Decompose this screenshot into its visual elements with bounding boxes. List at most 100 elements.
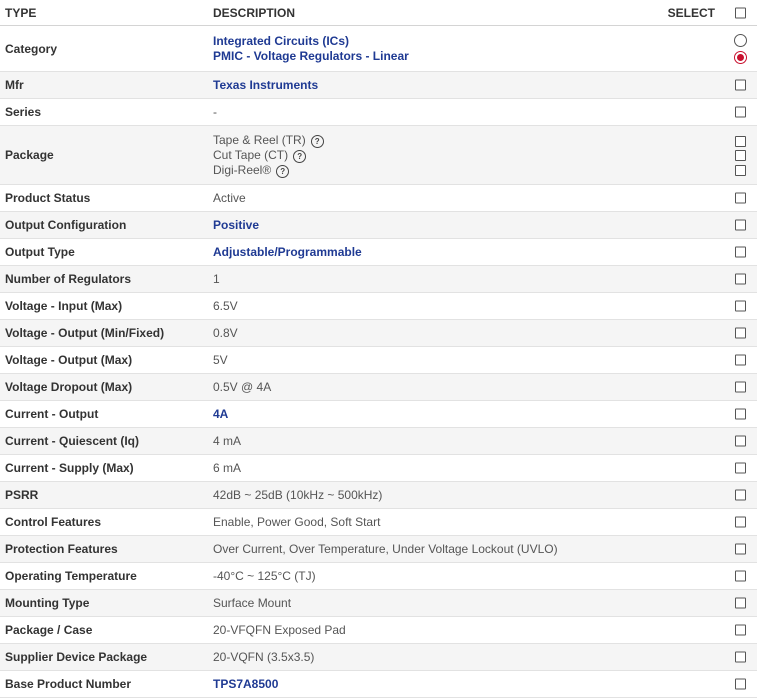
select-checkbox[interactable] <box>735 624 746 636</box>
select-checkbox[interactable] <box>735 106 746 118</box>
attribute-value: - <box>208 98 662 126</box>
attribute-value: Adjustable/Programmable <box>208 238 662 266</box>
package-option-digireel: Digi-Reel®? <box>213 163 662 178</box>
attribute-value: TPS7A8500 <box>208 670 662 698</box>
select-checkbox[interactable] <box>735 381 746 393</box>
attribute-name: Voltage - Output (Min/Fixed) <box>0 319 208 347</box>
attribute-name: Output Configuration <box>0 211 208 239</box>
table-row-category: Category Integrated Circuits (ICs) PMIC … <box>0 25 757 72</box>
table-row-protection-features: Protection Features Over Current, Over T… <box>0 535 757 563</box>
attribute-name: Voltage - Output (Max) <box>0 346 208 374</box>
select-cell <box>662 125 757 185</box>
attribute-value: Over Current, Over Temperature, Under Vo… <box>208 535 662 563</box>
package-option-tr: Tape & Reel (TR)? <box>213 133 662 148</box>
table-row-base-product-number: Base Product Number TPS7A8500 <box>0 670 757 698</box>
select-checkbox[interactable] <box>735 543 746 555</box>
select-checkbox[interactable] <box>735 408 746 420</box>
package-checkbox-digireel[interactable] <box>735 165 746 176</box>
output-type-link[interactable]: Adjustable/Programmable <box>213 245 362 259</box>
select-cell <box>662 616 757 644</box>
attribute-name: Series <box>0 98 208 126</box>
select-checkbox[interactable] <box>735 489 746 501</box>
select-cell <box>662 211 757 239</box>
select-checkbox[interactable] <box>735 678 746 690</box>
output-configuration-link[interactable]: Positive <box>213 218 259 232</box>
description-column-header: DESCRIPTION <box>208 0 662 26</box>
attribute-name: Current - Supply (Max) <box>0 454 208 482</box>
select-cell <box>662 319 757 347</box>
select-checkbox[interactable] <box>735 354 746 366</box>
help-icon[interactable]: ? <box>310 134 324 148</box>
select-cell <box>662 481 757 509</box>
attribute-value: 20-VQFN (3.5x3.5) <box>208 643 662 671</box>
select-checkbox[interactable] <box>735 273 746 285</box>
package-option-label: Digi-Reel® <box>213 162 272 177</box>
table-row-series: Series - <box>0 98 757 126</box>
table-row-voltage-output-min-fixed: Voltage - Output (Min/Fixed) 0.8V <box>0 319 757 347</box>
attribute-name: Number of Regulators <box>0 265 208 293</box>
select-cell <box>662 265 757 293</box>
select-checkbox[interactable] <box>735 246 746 258</box>
attribute-value: 20-VFQFN Exposed Pad <box>208 616 662 644</box>
table-header-row: TYPE DESCRIPTION SELECT <box>0 0 757 26</box>
select-checkbox[interactable] <box>735 651 746 663</box>
help-icon[interactable]: ? <box>276 164 290 178</box>
package-option-label: Cut Tape (CT) <box>213 147 289 162</box>
select-cell <box>662 454 757 482</box>
help-icon[interactable]: ? <box>293 149 307 163</box>
table-row-current-output: Current - Output 4A <box>0 400 757 428</box>
select-checkbox[interactable] <box>735 597 746 609</box>
attribute-value: 0.8V <box>208 319 662 347</box>
attribute-value: 1 <box>208 265 662 293</box>
attribute-name: Package / Case <box>0 616 208 644</box>
category-radio-pmic[interactable] <box>734 51 747 64</box>
select-cell <box>662 643 757 671</box>
category-radio-ics[interactable] <box>734 34 747 47</box>
table-row-current-supply-max: Current - Supply (Max) 6 mA <box>0 454 757 482</box>
select-cell <box>662 25 757 72</box>
package-checkbox-ct[interactable] <box>735 150 746 161</box>
attribute-name: Operating Temperature <box>0 562 208 590</box>
select-checkbox[interactable] <box>735 327 746 339</box>
select-column-label: SELECT <box>667 5 715 20</box>
select-cell <box>662 98 757 126</box>
attribute-value: 6 mA <box>208 454 662 482</box>
package-checkbox-tr[interactable] <box>735 136 746 147</box>
attribute-name: Mfr <box>0 71 208 99</box>
select-checkbox[interactable] <box>735 435 746 447</box>
table-row-output-configuration: Output Configuration Positive <box>0 211 757 239</box>
select-checkbox[interactable] <box>735 462 746 474</box>
attribute-value: 6.5V <box>208 292 662 320</box>
attribute-name: PSRR <box>0 481 208 509</box>
attribute-value: Tape & Reel (TR)? Cut Tape (CT)? Digi-Re… <box>208 125 662 185</box>
product-attributes-table: TYPE DESCRIPTION SELECT Category Integra… <box>0 0 757 698</box>
attribute-value: Enable, Power Good, Soft Start <box>208 508 662 536</box>
attribute-name: Mounting Type <box>0 589 208 617</box>
select-column-header: SELECT <box>662 0 757 26</box>
base-product-number-link[interactable]: TPS7A8500 <box>213 677 278 691</box>
table-row-package: Package Tape & Reel (TR)? Cut Tape (CT)?… <box>0 125 757 185</box>
select-checkbox[interactable] <box>735 570 746 582</box>
select-checkbox[interactable] <box>735 516 746 528</box>
attribute-name: Current - Quiescent (Iq) <box>0 427 208 455</box>
attribute-name: Base Product Number <box>0 670 208 698</box>
select-cell <box>662 562 757 590</box>
attribute-value: 4 mA <box>208 427 662 455</box>
select-cell <box>662 346 757 374</box>
table-row-current-quiescent: Current - Quiescent (Iq) 4 mA <box>0 427 757 455</box>
table-row-control-features: Control Features Enable, Power Good, Sof… <box>0 508 757 536</box>
table-row-psrr: PSRR 42dB ~ 25dB (10kHz ~ 500kHz) <box>0 481 757 509</box>
table-row-supplier-device-package: Supplier Device Package 20-VQFN (3.5x3.5… <box>0 643 757 671</box>
category-link-ics[interactable]: Integrated Circuits (ICs) <box>213 34 662 49</box>
category-link-pmic[interactable]: PMIC - Voltage Regulators - Linear <box>213 49 662 64</box>
select-cell <box>662 508 757 536</box>
select-all-checkbox[interactable] <box>735 7 746 18</box>
mfr-link[interactable]: Texas Instruments <box>213 78 318 92</box>
select-checkbox[interactable] <box>735 219 746 231</box>
select-checkbox[interactable] <box>735 300 746 312</box>
table-row-number-of-regulators: Number of Regulators 1 <box>0 265 757 293</box>
attribute-value: Active <box>208 184 662 212</box>
current-output-link[interactable]: 4A <box>213 407 228 421</box>
select-checkbox[interactable] <box>735 192 746 204</box>
select-checkbox[interactable] <box>735 79 746 91</box>
